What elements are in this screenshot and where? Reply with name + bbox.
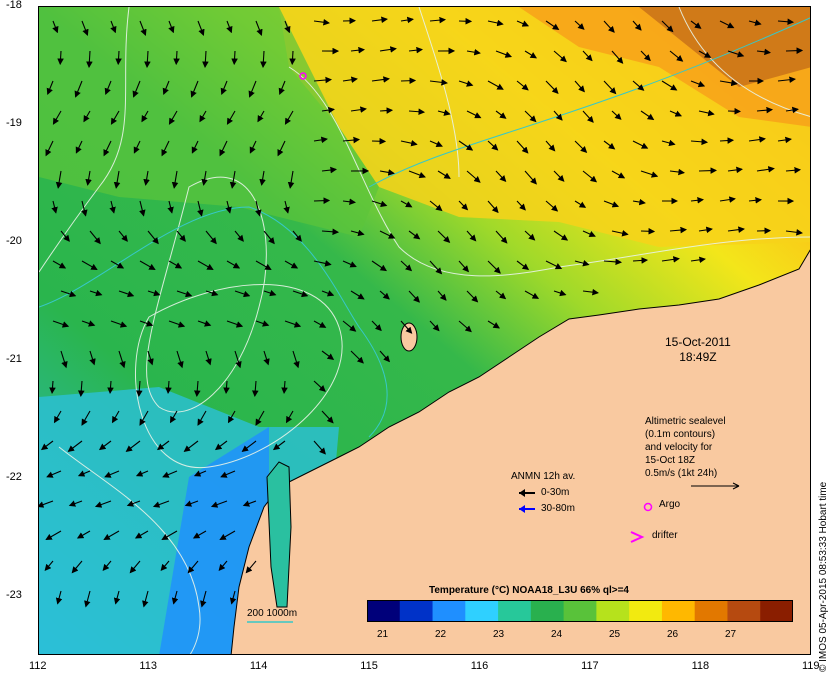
bathymetry-legend-label: 200 1000m [247,608,298,619]
altimetry-line: (0.1m contours) [645,429,716,440]
colorbar-segment [727,600,761,622]
lat-tick-label: -22 [6,471,22,483]
lat-tick-label: -18 [6,0,22,11]
anmn-shallow-arrow [519,489,535,497]
altimetry-line: Altimetric sealevel [645,416,726,427]
anmn-shallow-label: 0-30m [541,487,570,498]
colorbar-segment [661,600,696,622]
temperature-colorbar [367,600,793,622]
anmn-deep-arrow [519,505,535,513]
colorbar-segment [367,600,401,622]
altimetry-note: Altimetric sealevel (0.1m contours) and … [645,415,726,480]
lon-tick-label: 113 [139,660,157,672]
colorbar-segment [465,600,499,622]
colorbar-tick-label: 22 [435,629,447,640]
altimetry-line: 15-Oct 18Z [645,455,696,466]
colorbar-title: Temperature (°C) NOAA18_L3U 66% ql>=4 [429,585,629,596]
colorbar-tick-label: 26 [667,629,679,640]
velocity-scale-arrow [691,482,740,490]
lon-tick-label: 112 [29,660,47,672]
colorbar-segment [498,600,532,622]
colorbar-segment [399,600,434,622]
drifter-legend-icon [630,531,645,543]
lat-tick-label: -21 [6,353,22,365]
argo-legend-label: Argo [659,499,681,510]
colorbar-tick-label: 27 [725,629,737,640]
lon-tick-label: 118 [691,660,710,672]
argo-legend-icon [643,502,653,512]
current-arrow [400,77,417,84]
colorbar-tick-label: 24 [551,629,563,640]
altimetry-line: and velocity for [645,442,713,453]
credit-label: © IMOS 05-Apr-2015 08:53:33 Hobart time [818,481,829,672]
colorbar-segment [694,600,728,622]
lat-tick-label: -20 [6,235,22,247]
current-arrow [698,167,718,174]
colorbar-tick-label: 21 [377,629,389,640]
current-arrow [313,197,331,204]
island [400,322,418,352]
colorbar-tick-label: 23 [493,629,505,640]
time-label: 18:49Z [679,350,717,364]
anmn-deep-label: 30-80m [541,503,575,514]
lat-tick-label: -23 [6,589,22,601]
colorbar-tick-label: 25 [609,629,621,640]
timestamp: 15-Oct-2011 18:49Z [665,335,731,365]
colorbar-segment [530,600,565,622]
colorbar-segment [596,600,630,622]
date-label: 15-Oct-2011 [665,335,731,349]
colorbar-segment [760,600,793,622]
lon-tick-label: 119 [802,660,820,672]
sst-map [39,7,810,654]
lat-tick-label: -19 [6,117,22,129]
lon-tick-label: 116 [470,660,489,672]
colorbar-segment [563,600,597,622]
bathymetry-legend-line [247,621,293,623]
map-frame: 15-Oct-2011 18:49Z Altimetric sealevel (… [38,6,811,655]
lon-tick-label: 117 [581,660,599,672]
colorbar-segment [629,600,663,622]
colorbar-segment [432,600,466,622]
anmn-legend-title: ANMN 12h av. [511,471,576,482]
current-arrow [785,47,804,54]
altimetry-line: 0.5m/s (1kt 24h) [645,468,718,479]
lon-tick-label: 115 [360,660,378,672]
lon-tick-label: 114 [249,660,268,672]
drifter-legend-label: drifter [652,530,678,541]
